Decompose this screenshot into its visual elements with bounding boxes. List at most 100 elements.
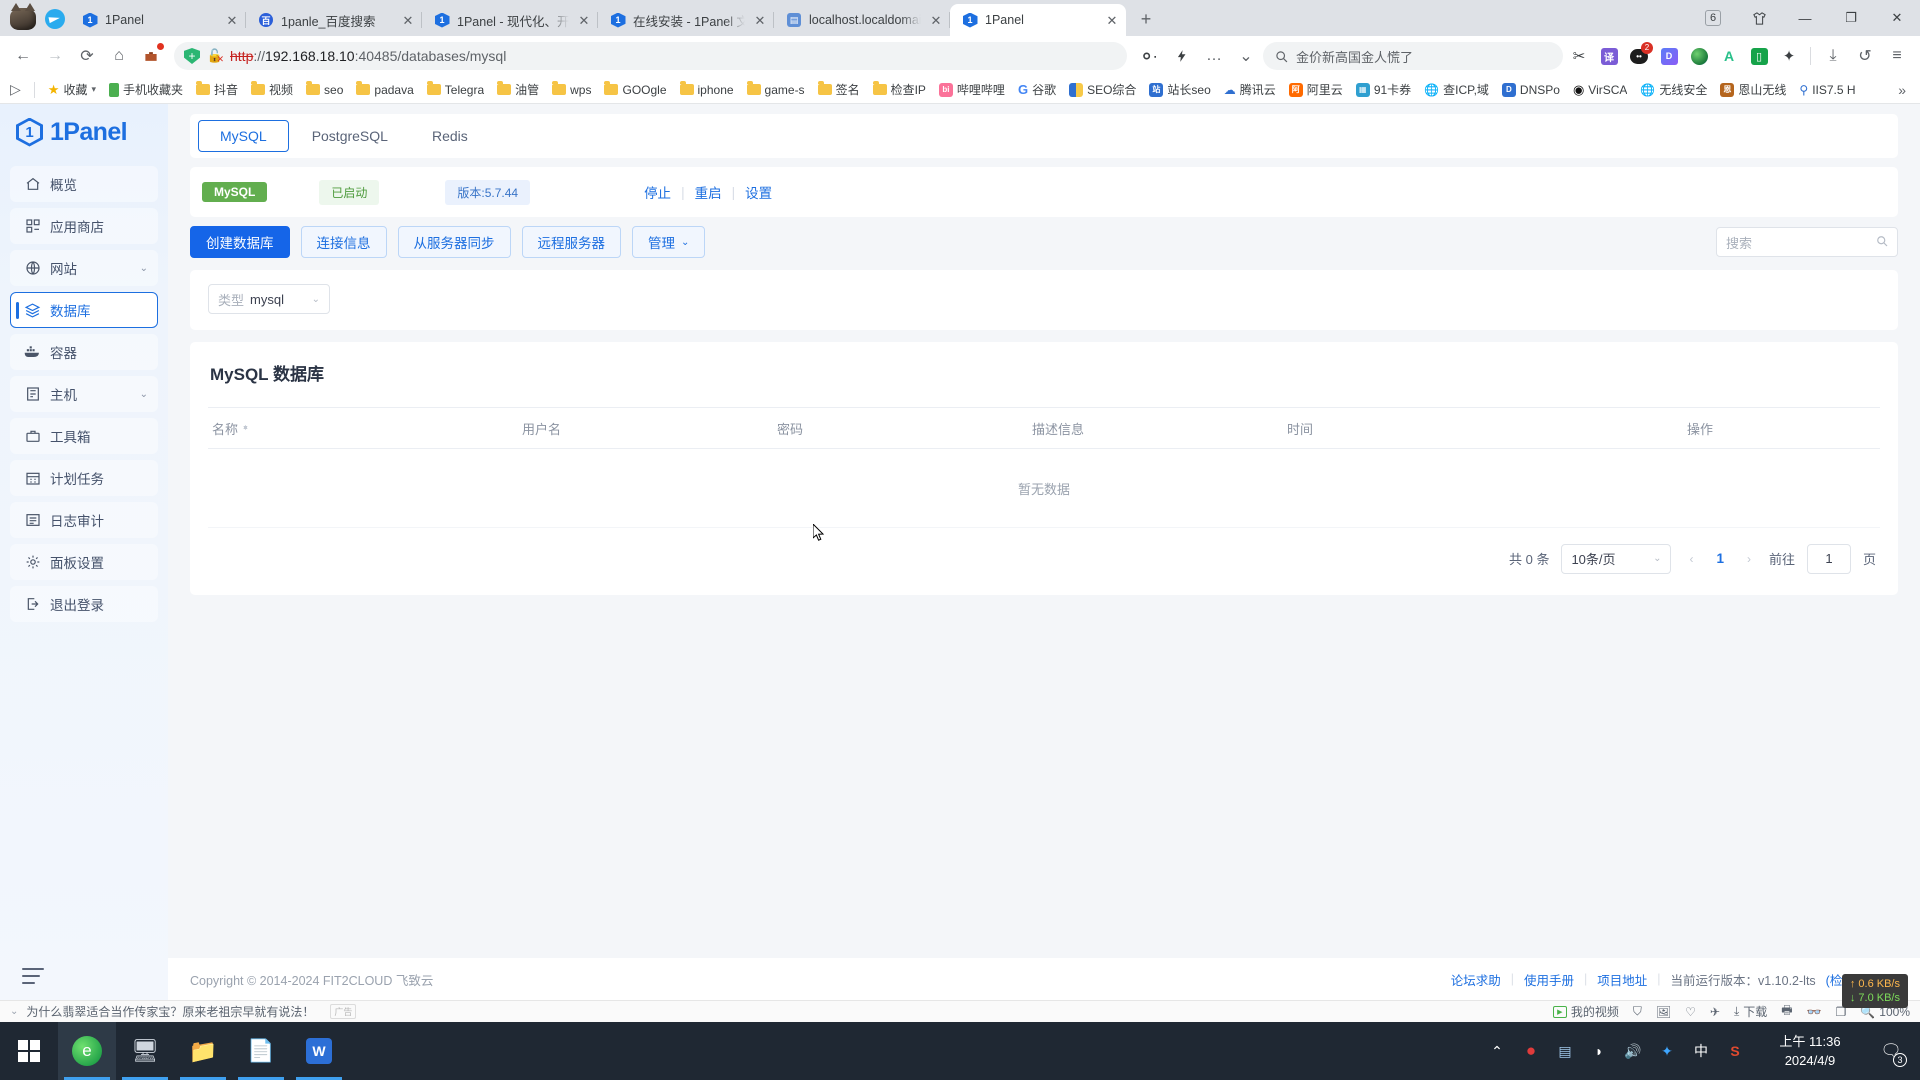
download-icon[interactable]: ⤓ bbox=[1818, 41, 1848, 71]
browser-tab-5-active[interactable]: 1Panel ✕ bbox=[950, 4, 1126, 36]
address-bar[interactable]: 🔓✕ http://192.168.18.10:40485/databases/… bbox=[174, 42, 1127, 70]
glasses-icon[interactable]: 👓 bbox=[1807, 1005, 1822, 1019]
side-panel-toggle-icon[interactable]: ▷ bbox=[8, 81, 27, 98]
sync-from-server-button[interactable]: 从服务器同步 bbox=[397, 226, 511, 258]
browser-tab-0[interactable]: 1Panel ✕ bbox=[70, 4, 246, 36]
record-icon[interactable]: ● bbox=[1514, 1022, 1548, 1080]
browser-tab-1[interactable]: 百 1panle_百度搜索 ✕ bbox=[246, 4, 422, 36]
chevron-down-icon[interactable]: ⌄ bbox=[140, 389, 148, 400]
bookmark-item-enshan[interactable]: 恩恩山无线 bbox=[1714, 79, 1792, 100]
taskbar-clock[interactable]: 上午 11:36 2024/4/9 bbox=[1752, 1022, 1868, 1080]
chevron-down-icon[interactable]: ⌄ bbox=[1231, 41, 1261, 71]
forward-icon[interactable]: → bbox=[40, 41, 70, 71]
bookmark-item-google-folder[interactable]: GOOgle bbox=[598, 81, 672, 99]
panda-icon[interactable]: •• 2 bbox=[1625, 42, 1653, 70]
bookmark-item-youtube[interactable]: 油管 bbox=[491, 79, 545, 100]
notification-center-button[interactable]: 🗨 3 bbox=[1868, 1022, 1914, 1080]
more-dots-icon[interactable]: … bbox=[1199, 41, 1229, 71]
sort-icon[interactable]: ▲ ▼ bbox=[242, 424, 249, 432]
sidebar-item-settings[interactable]: 面板设置 bbox=[10, 544, 158, 580]
chevron-down-icon[interactable]: ▾ bbox=[91, 84, 96, 95]
new-tab-button[interactable]: + bbox=[1132, 5, 1160, 33]
bookmark-item-video[interactable]: 视频 bbox=[245, 79, 299, 100]
heart-icon[interactable]: ♡ bbox=[1685, 1005, 1696, 1019]
service-settings-link[interactable]: 设置 bbox=[735, 182, 782, 202]
bluetooth-icon[interactable]: ✦ bbox=[1650, 1022, 1684, 1080]
next-page-button[interactable]: › bbox=[1741, 552, 1757, 566]
manage-dropdown-button[interactable]: 管理 ⌄ bbox=[632, 226, 706, 258]
rocket-icon[interactable]: ✈ bbox=[1710, 1005, 1720, 1019]
shield-icon[interactable]: ⛉ bbox=[1633, 1004, 1642, 1019]
bookmark-item-signature[interactable]: 签名 bbox=[812, 79, 866, 100]
search-input[interactable]: 搜索 bbox=[1716, 227, 1898, 257]
bookmark-item-dnspod[interactable]: D DNSPo bbox=[1496, 81, 1566, 99]
project-url-link[interactable]: 项目地址 bbox=[1587, 970, 1657, 989]
tab-close-icon[interactable]: ✕ bbox=[400, 12, 416, 28]
history-icon[interactable]: ↺ bbox=[1850, 41, 1880, 71]
minimize-button[interactable]: — bbox=[1782, 2, 1828, 34]
telegram-icon[interactable] bbox=[40, 2, 70, 36]
sidebar-collapse-button[interactable] bbox=[0, 968, 168, 1000]
image-icon[interactable]: 🖼 bbox=[1656, 1005, 1671, 1019]
blue-app-icon[interactable]: D bbox=[1655, 42, 1683, 70]
sidebar-item-overview[interactable]: 概览 bbox=[10, 166, 158, 202]
letter-a-icon[interactable]: A bbox=[1715, 42, 1743, 70]
chevron-down-icon[interactable]: ⌄ bbox=[10, 1006, 18, 1017]
screen-icon[interactable]: ▤ bbox=[1548, 1022, 1582, 1080]
search-box[interactable]: 金价新高国金人慌了 bbox=[1263, 42, 1563, 70]
bookmark-item-checkip[interactable]: 检查IP bbox=[867, 79, 932, 100]
sidebar-item-appstore[interactable]: 应用商店 bbox=[10, 208, 158, 244]
puzzle-icon[interactable]: ✦ bbox=[1775, 42, 1803, 70]
sogou-icon[interactable]: S bbox=[1718, 1022, 1752, 1080]
goto-page-input[interactable]: 1 bbox=[1806, 543, 1851, 574]
home-icon[interactable]: ⌂ bbox=[104, 41, 134, 71]
bookmark-item-seo-tools[interactable]: SEO综合 bbox=[1063, 79, 1142, 100]
sidebar-item-logout[interactable]: 退出登录 bbox=[10, 586, 158, 622]
bookmark-item-douyin[interactable]: 抖音 bbox=[190, 79, 244, 100]
ad-text[interactable]: 为什么翡翠适合当作传家宝？原来老祖宗早就有说法！ bbox=[26, 1003, 314, 1020]
bookmark-item-seo[interactable]: seo bbox=[300, 81, 349, 99]
stop-service-link[interactable]: 停止 bbox=[634, 182, 681, 202]
maximize-button[interactable]: ❐ bbox=[1828, 2, 1874, 34]
taskbar-item-file-explorer[interactable]: 📁 bbox=[174, 1022, 232, 1080]
browser-tab-2[interactable]: 1Panel - 现代化、开源的 Linu ✕ bbox=[422, 4, 598, 36]
close-window-button[interactable]: ✕ bbox=[1874, 2, 1920, 34]
bookmark-item-favorites[interactable]: ★ 收藏 ▾ bbox=[42, 79, 102, 100]
create-database-button[interactable]: 创建数据库 bbox=[190, 226, 290, 258]
connection-info-button[interactable]: 连接信息 bbox=[300, 226, 387, 258]
reload-icon[interactable]: ⟳ bbox=[72, 41, 102, 71]
bookmark-item-virscan[interactable]: ◉ VirSCA bbox=[1567, 80, 1633, 100]
type-filter-select[interactable]: 类型 mysql ⌄ bbox=[208, 284, 330, 314]
briefcase-icon[interactable] bbox=[136, 41, 166, 71]
browser-tab-4[interactable]: ▤ localhost.localdomain - VM ✕ bbox=[774, 4, 950, 36]
bookmark-item-chinaz[interactable]: 站站长seo bbox=[1143, 79, 1216, 100]
bookmark-item-91card[interactable]: ▦ 91卡券 bbox=[1350, 79, 1417, 100]
insecure-lock-icon[interactable]: 🔓 ✕ bbox=[207, 48, 224, 64]
bookmark-item-google[interactable]: G 谷歌 bbox=[1012, 79, 1062, 100]
printer-icon[interactable]: 🖶 bbox=[1781, 1001, 1792, 1022]
bookmark-item-iis[interactable]: ⚲ IIS7.5 H bbox=[1793, 81, 1861, 99]
globe-green-icon[interactable] bbox=[1685, 42, 1713, 70]
wifi-icon[interactable]: ◗ bbox=[1582, 1022, 1616, 1080]
ime-icon[interactable]: 中 bbox=[1684, 1022, 1718, 1080]
bookmark-item-icp[interactable]: 🌐 查ICP,域 bbox=[1418, 79, 1495, 100]
prev-page-button[interactable]: ‹ bbox=[1683, 552, 1699, 566]
sidebar-item-container[interactable]: 容器 bbox=[10, 334, 158, 370]
tab-close-icon[interactable]: ✕ bbox=[752, 12, 768, 28]
tab-postgresql[interactable]: PostgreSQL bbox=[291, 120, 409, 152]
windows-start-icon[interactable] bbox=[0, 1022, 58, 1080]
bookmark-item-aliyun[interactable]: 阿阿里云 bbox=[1283, 79, 1349, 100]
bookmark-item-telegram[interactable]: Telegra bbox=[421, 81, 490, 99]
sidebar-item-cronjob[interactable]: 计划任务 bbox=[10, 460, 158, 496]
tab-close-icon[interactable]: ✕ bbox=[224, 12, 240, 28]
forum-help-link[interactable]: 论坛求助 bbox=[1441, 970, 1511, 989]
sidebar-item-website[interactable]: 网站 ⌄ bbox=[10, 250, 158, 286]
taskbar-item-wps-writer[interactable]: W bbox=[290, 1022, 348, 1080]
restart-service-link[interactable]: 重启 bbox=[685, 182, 732, 202]
volume-icon[interactable]: 🔊 bbox=[1616, 1022, 1650, 1080]
bookmark-item-padava[interactable]: padava bbox=[350, 81, 419, 99]
green-book-icon[interactable]: ▯ bbox=[1745, 42, 1773, 70]
lightning-icon[interactable] bbox=[1167, 41, 1197, 71]
tab-close-icon[interactable]: ✕ bbox=[928, 12, 944, 28]
sidebar-item-logs[interactable]: 日志审计 bbox=[10, 502, 158, 538]
